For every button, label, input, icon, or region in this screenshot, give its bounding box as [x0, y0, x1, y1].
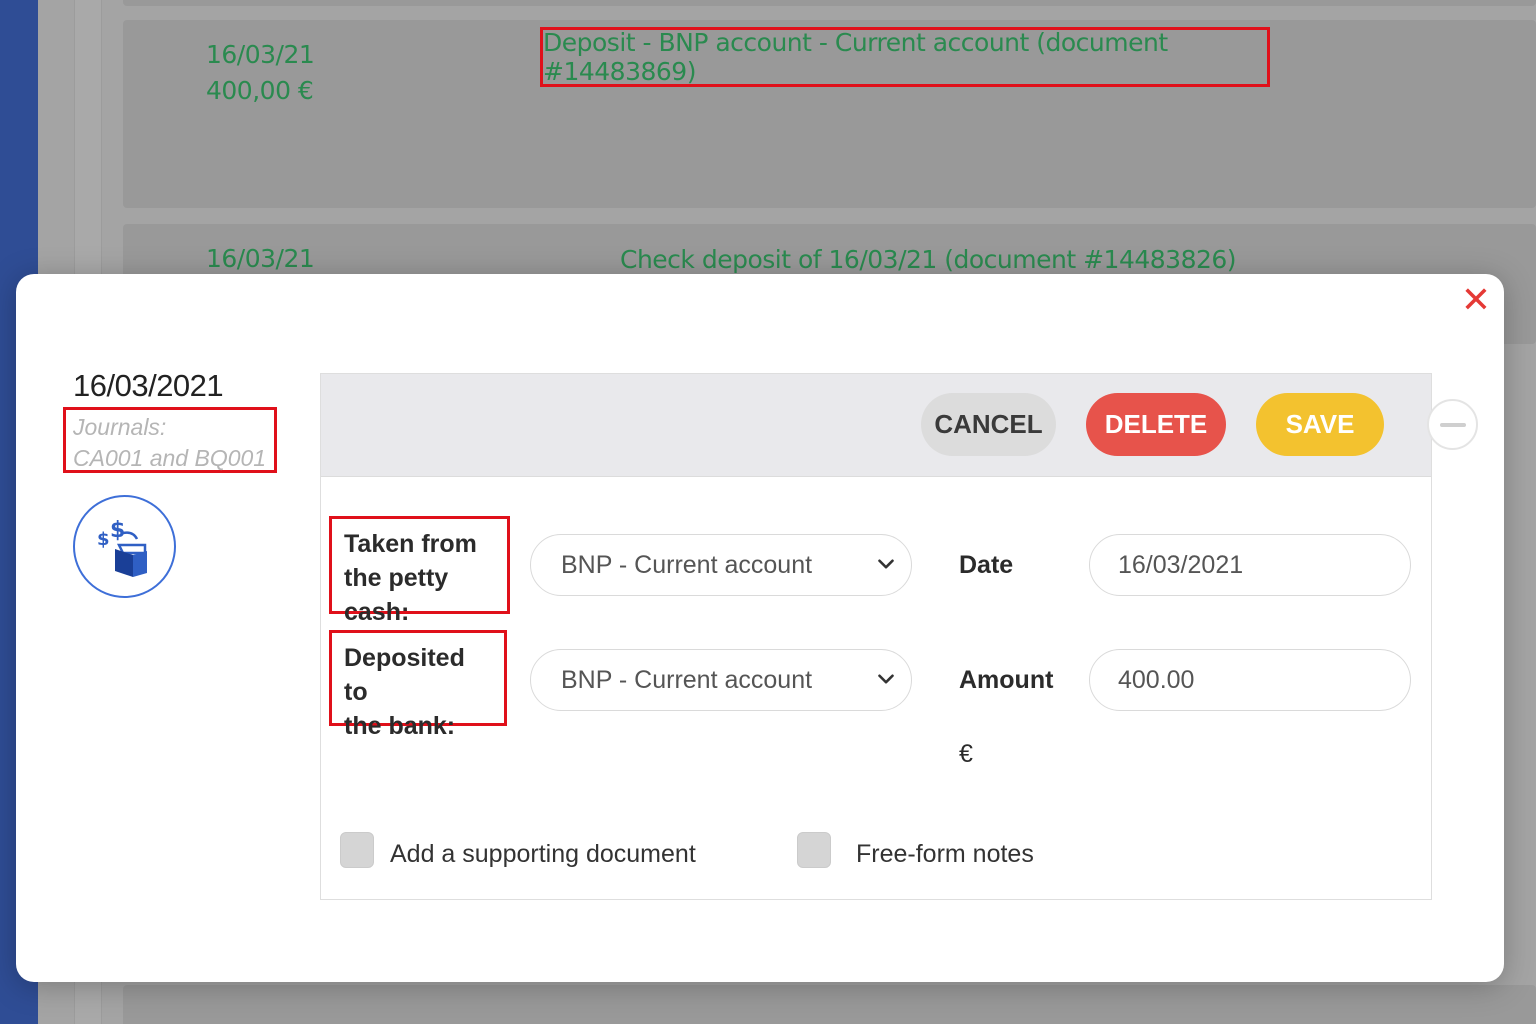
- deposited-to-label: Deposited to the bank:: [329, 630, 507, 740]
- cash-deposit-icon: $ $: [73, 495, 176, 598]
- cancel-button[interactable]: CANCEL: [921, 393, 1056, 456]
- amount-field[interactable]: 400.00: [1089, 649, 1411, 711]
- save-button[interactable]: SAVE: [1256, 393, 1384, 456]
- free-form-notes-checkbox[interactable]: [797, 832, 831, 868]
- collapse-minus-icon[interactable]: [1427, 399, 1478, 450]
- date-value: 16/03/2021: [1118, 550, 1244, 579]
- supporting-document-checkbox[interactable]: [340, 832, 374, 868]
- deposited-to-label-line: the bank:: [344, 712, 456, 740]
- amount-value: 400.00: [1118, 665, 1195, 694]
- deposited-to-value: BNP - Current account: [561, 665, 813, 694]
- date-label: Date: [959, 551, 1014, 579]
- date-field[interactable]: 16/03/2021: [1089, 534, 1411, 596]
- free-form-notes-label[interactable]: Free-form notes: [856, 840, 1034, 869]
- journals-info: Journals: CA001 and BQ001: [63, 407, 277, 473]
- deposited-to-select[interactable]: BNP - Current account: [530, 649, 912, 711]
- chevron-down-icon: [878, 559, 894, 569]
- chevron-down-icon: [878, 674, 894, 684]
- taken-from-label-line: Taken from: [344, 530, 477, 558]
- background-card: [123, 0, 1536, 6]
- deposited-to-label-line: Deposited to: [344, 644, 465, 706]
- delete-button[interactable]: DELETE: [1086, 393, 1226, 456]
- supporting-document-label[interactable]: Add a supporting document: [390, 840, 696, 869]
- taken-from-value: BNP - Current account: [561, 550, 813, 579]
- taken-from-label: Taken from the petty cash:: [329, 516, 510, 626]
- form-toolbar: CANCEL DELETE SAVE: [321, 374, 1478, 477]
- entry-title-text: Deposit - BNP account - Current account …: [543, 28, 1168, 86]
- amount-label: Amount: [959, 666, 1054, 694]
- close-icon[interactable]: ✕: [1458, 282, 1494, 318]
- currency-symbol: €: [959, 740, 973, 768]
- svg-text:$: $: [97, 529, 110, 550]
- journals-codes: CA001 and BQ001: [73, 445, 267, 471]
- journals-label: Journals:: [73, 414, 167, 440]
- operation-form-panel: CANCEL DELETE SAVE Taken from the petty …: [320, 373, 1478, 900]
- taken-from-select[interactable]: BNP - Current account: [530, 534, 912, 596]
- entry-amount: 400,00 €: [206, 76, 314, 105]
- edit-operation-modal: ✕ 16/03/2021 Journals: CA001 and BQ001 $…: [16, 274, 1504, 982]
- background-entry-card: [123, 985, 1536, 1024]
- operation-summary: 16/03/2021 Journals: CA001 and BQ001 $ $: [63, 368, 293, 598]
- entry-date: 16/03/21: [206, 40, 315, 69]
- svg-text:$: $: [110, 518, 125, 543]
- entry-title[interactable]: Check deposit of 16/03/21 (document #144…: [620, 245, 1237, 274]
- entry-title-highlighted[interactable]: Deposit - BNP account - Current account …: [540, 27, 1270, 87]
- operation-date: 16/03/2021: [73, 368, 224, 403]
- entry-date: 16/03/21: [206, 244, 315, 273]
- taken-from-label-line: the petty cash:: [344, 564, 449, 626]
